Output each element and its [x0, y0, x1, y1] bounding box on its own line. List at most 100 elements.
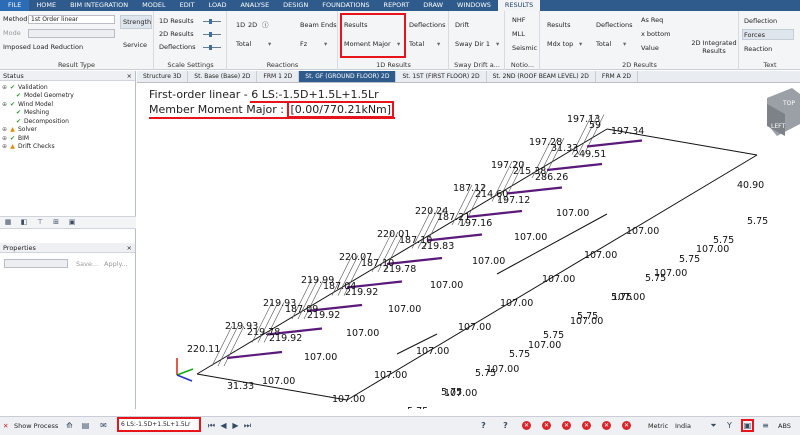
2d-results-button[interactable]: Results	[547, 21, 570, 29]
scale-1d-results[interactable]: 1D Results	[159, 17, 194, 25]
filter-icon[interactable]: ⏷	[708, 420, 719, 431]
tab-frm-a-2d[interactable]: FRM A 2D	[596, 71, 639, 82]
menu-design[interactable]: DESIGN	[276, 0, 315, 11]
expand-icon[interactable]: ⊕	[2, 84, 9, 91]
truss-member[interactable]	[223, 325, 245, 367]
layers-icon[interactable]: ◧	[16, 217, 32, 228]
menu-results[interactable]: RESULTS	[497, 0, 541, 11]
status-item[interactable]: ✔ Model Geometry	[2, 92, 133, 101]
apply-button[interactable]: Apply...	[104, 260, 128, 268]
expand-icon[interactable]: ⊕	[2, 143, 9, 150]
abs-toggle[interactable]: ABS	[778, 421, 791, 431]
first-icon[interactable]: ⏮	[206, 420, 217, 431]
menu-home[interactable]: HOME	[29, 0, 63, 11]
menu-foundations[interactable]: FOUNDATIONS	[315, 0, 376, 11]
menu-bim-integration[interactable]: BIM INTEGRATION	[63, 0, 135, 11]
reactions-2d[interactable]: 2D	[248, 21, 257, 29]
status-item[interactable]: ⊕ ▲ Solver	[2, 126, 133, 135]
imposed-load-reduction-checkbox[interactable]: Imposed Load Reduction	[3, 43, 83, 51]
grid-icon[interactable]: ▦	[0, 217, 16, 228]
text-reaction-button[interactable]: Reaction	[744, 45, 772, 53]
mail-icon[interactable]: ✉	[98, 420, 109, 431]
tab-structure-3d[interactable]: Structure 3D	[137, 71, 189, 82]
stop-icon[interactable]: ✕	[522, 421, 531, 430]
status-item[interactable]: ⊕ ✔ Validation	[2, 83, 133, 92]
menu-model[interactable]: MODEL	[135, 0, 172, 11]
expand-icon[interactable]: ⊕	[2, 126, 9, 133]
properties-select[interactable]	[4, 259, 68, 268]
beam-ends-button[interactable]: Beam Ends	[300, 21, 337, 29]
tab-base-2d[interactable]: St. Base (Base) 2D	[188, 71, 258, 82]
1d-deflections-button[interactable]: Deflections	[409, 21, 446, 29]
menu-file[interactable]: FILE	[0, 0, 30, 11]
help-icon[interactable]: ?	[500, 420, 511, 431]
help-icon[interactable]: ?	[478, 420, 489, 431]
nhf-button[interactable]: NHF	[512, 16, 526, 24]
stop-icon[interactable]: ✕	[542, 421, 551, 430]
text-deflection-button[interactable]: Deflection	[744, 17, 777, 25]
last-icon[interactable]: ⏭	[242, 420, 253, 431]
loads-icon[interactable]: ⟰	[64, 420, 75, 431]
status-item[interactable]: ✔ Decomposition	[2, 117, 133, 126]
stop-icon[interactable]: ✕	[582, 421, 591, 430]
x-bottom-select[interactable]: x bottom	[641, 30, 670, 38]
status-item[interactable]: ⊕ ✔ BIM	[2, 134, 133, 143]
stop-icon[interactable]: ✕	[602, 421, 611, 430]
2d-total-select[interactable]: Total	[596, 40, 611, 48]
mll-button[interactable]: MLL	[512, 30, 525, 38]
units-select[interactable]: Metric	[648, 421, 668, 431]
tab-ground-floor-2d[interactable]: St. GF (GROUND FLOOR) 2D	[299, 71, 397, 82]
snap-icon[interactable]: Y	[724, 420, 735, 431]
report-icon[interactable]: ▣	[64, 217, 80, 228]
status-item[interactable]: ⊕ ▲ Drift Checks	[2, 143, 133, 152]
scale-2d-slider[interactable]	[203, 32, 221, 38]
scale-deflections-slider[interactable]	[203, 45, 221, 51]
structure-icon[interactable]: ⊞	[48, 217, 64, 228]
tab-frm1-2d[interactable]: FRM 1 2D	[257, 71, 300, 82]
tab-roof-beam-2d[interactable]: St. 2ND (ROOF BEAM LEVEL) 2D	[487, 71, 596, 82]
region-select[interactable]: India	[675, 421, 691, 431]
next-icon[interactable]: ▶	[230, 420, 241, 431]
close-icon[interactable]: ×	[127, 243, 132, 253]
mode-select[interactable]	[28, 29, 115, 38]
menu-analyse[interactable]: ANALYSE	[233, 0, 276, 11]
drift-button[interactable]: Drift	[455, 21, 469, 29]
save-button[interactable]: Save...	[76, 260, 98, 268]
load-combination-select[interactable]: 6 LS:-1.5D+1.5L+1.5Lr	[117, 417, 201, 432]
expand-icon[interactable]: ⊕	[2, 101, 9, 108]
prev-icon[interactable]: ◀	[218, 420, 229, 431]
truss-member[interactable]	[217, 325, 239, 367]
reactions-1d[interactable]: 1D	[236, 21, 245, 29]
menu-report[interactable]: REPORT	[377, 0, 417, 11]
expand-icon[interactable]: ⊕	[2, 135, 9, 142]
seismic-button[interactable]: Seismic	[512, 44, 537, 52]
info-icon[interactable]: ⓘ	[262, 21, 269, 29]
2d-integrated-results-button[interactable]: 2D Integrated Results	[691, 39, 737, 55]
scale-1d-slider[interactable]	[203, 19, 221, 25]
menu-draw[interactable]: DRAW	[416, 0, 450, 11]
reactions-total-select[interactable]: Total	[236, 40, 251, 48]
text-forces-button[interactable]: Forces	[744, 31, 765, 39]
display-results-icon[interactable]: ▣	[741, 419, 754, 432]
model-viewport[interactable]: 197.13 59 197.34 197.28 31.33 249.51 197.20 215…	[137, 84, 800, 409]
close-icon[interactable]: ✕	[3, 421, 8, 431]
tab-first-floor-2d[interactable]: St. 1ST (FIRST FLOOR) 2D	[396, 71, 487, 82]
status-item[interactable]: ⊕ ✔ Wind Model	[2, 100, 133, 109]
menu-load[interactable]: LOAD	[202, 0, 234, 11]
method-select[interactable]: 1st Order linear	[28, 15, 115, 24]
strength-button[interactable]: Strength	[123, 18, 151, 26]
scale-2d-results[interactable]: 2D Results	[159, 30, 194, 38]
menu-edit[interactable]: EDIT	[173, 0, 202, 11]
stop-icon[interactable]: ✕	[562, 421, 571, 430]
service-button[interactable]: Service	[123, 41, 147, 49]
print-icon[interactable]: ▤	[80, 420, 91, 431]
list-icon[interactable]: ≡	[760, 420, 771, 431]
close-icon[interactable]: ×	[127, 71, 132, 81]
stop-icon[interactable]: ✕	[622, 421, 631, 430]
1d-total-select[interactable]: Total	[409, 40, 424, 48]
sway-dir-select[interactable]: Sway Dir 1	[455, 40, 490, 48]
status-item[interactable]: ✔ Meshing	[2, 109, 133, 118]
2d-deflections-button[interactable]: Deflections	[596, 21, 633, 29]
as-req-select[interactable]: As Req	[641, 16, 663, 24]
show-process-button[interactable]: Show Process	[14, 421, 58, 431]
